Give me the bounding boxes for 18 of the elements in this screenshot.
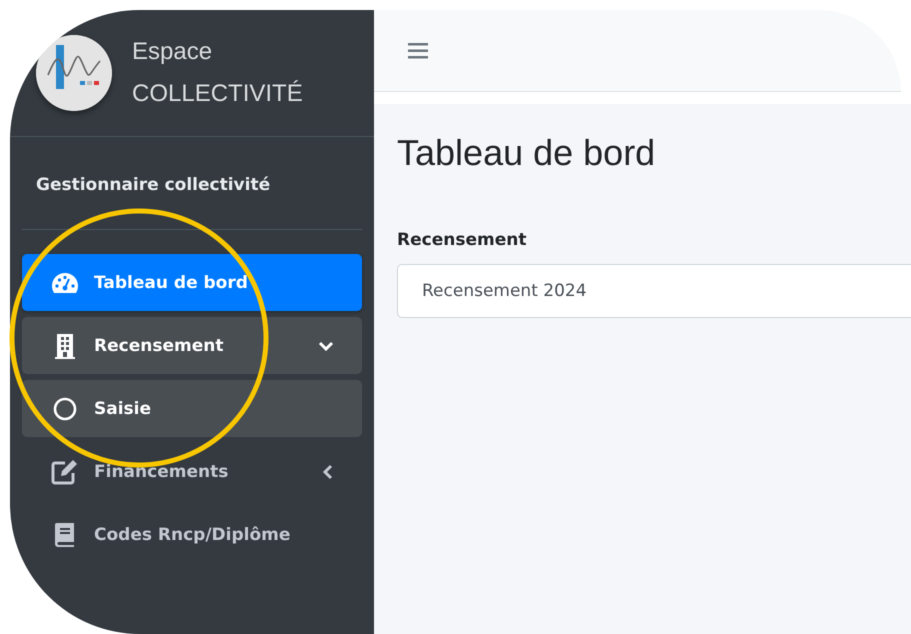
circle-icon — [53, 396, 77, 420]
book-icon — [54, 522, 76, 548]
gauge-icon — [51, 270, 79, 294]
nav-item[interactable]: Recensement — [22, 317, 362, 374]
menu-icon[interactable] — [408, 42, 428, 60]
user-name[interactable]: Gestionnaire collectivité — [36, 175, 270, 195]
page-title: Tableau de bord — [397, 132, 656, 174]
nav-subitem[interactable]: Saisie — [22, 380, 362, 437]
nav-item[interactable]: Codes Rncp/Diplôme — [22, 506, 362, 563]
logo-icon — [36, 35, 112, 111]
field-label: Recensement — [397, 230, 528, 250]
brand-title: Espace — [132, 38, 214, 66]
nav-item[interactable]: Tableau de bord — [22, 254, 362, 311]
nav-item[interactable]: Financements — [22, 443, 362, 500]
brand-subtitle: COLLECTIVITÉ — [132, 80, 303, 108]
census-select[interactable]: Recensement 2024 — [397, 264, 911, 318]
edit-icon — [51, 458, 79, 484]
building-icon — [54, 332, 76, 358]
